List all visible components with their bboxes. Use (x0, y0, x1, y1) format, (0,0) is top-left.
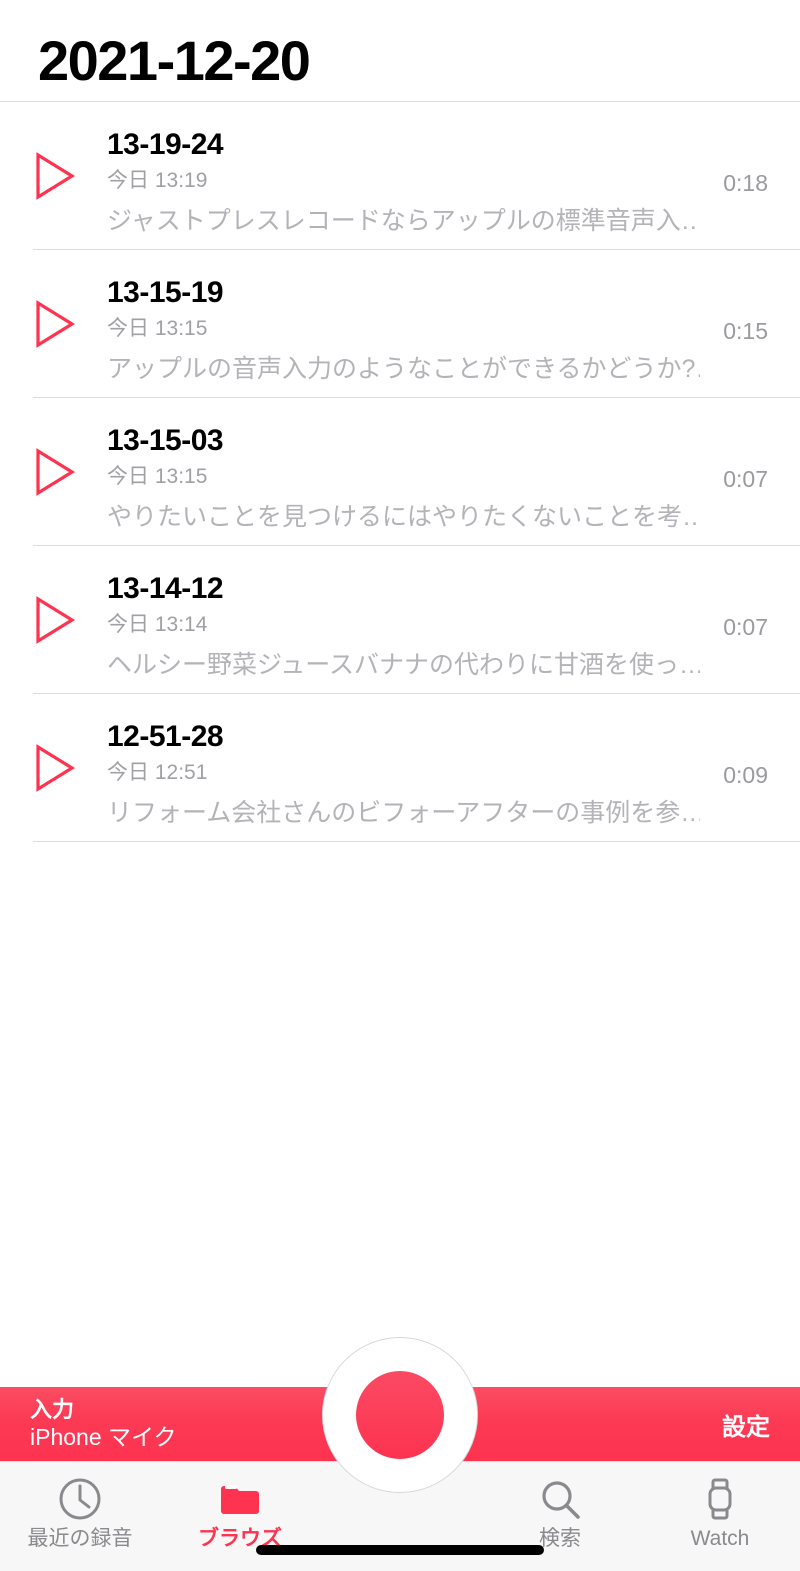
memo-row[interactable]: 13-14-12 今日 13:14 0:07 ヘルシー野菜ジュースバナナの代わりに甘酒… (0, 546, 800, 694)
tab-search[interactable]: 検索 (480, 1462, 640, 1549)
tab-label: 検索 (539, 1527, 581, 1550)
memo-name: 13-14-12 (107, 572, 224, 605)
memo-duration: 0:15 (723, 318, 768, 344)
record-button[interactable] (322, 1337, 478, 1493)
memo-date: 今日 13:15 (107, 465, 208, 488)
memo-name: 13-15-19 (107, 276, 224, 309)
tab-folder[interactable]: ブラウズ (160, 1462, 320, 1549)
tab-label: 最近の録音 (27, 1527, 133, 1550)
memo-duration: 0:18 (723, 170, 768, 196)
play-triangle-icon[interactable] (32, 150, 78, 202)
memo-name: 13-19-24 (107, 128, 224, 161)
memo-row[interactable]: 13-15-19 今日 13:15 0:15 アップルの音声入力のようなことができるか… (0, 250, 800, 398)
memo-duration: 0:07 (723, 614, 768, 640)
search-icon (537, 1476, 583, 1522)
memo-date: 今日 12:51 (107, 761, 208, 784)
play-triangle-icon[interactable] (32, 298, 78, 350)
input-source-value: iPhone マイク (30, 1424, 177, 1451)
memo-name: 13-15-03 (107, 424, 224, 457)
memo-row[interactable]: 13-19-24 今日 13:19 0:18 ジャストプレスレコードならアップルの標準… (0, 102, 800, 250)
memo-list[interactable]: 13-19-24 今日 13:19 0:18 ジャストプレスレコードならアップルの標準… (0, 102, 800, 1115)
memo-row[interactable]: 12-51-28 今日 12:51 0:09 リフォーム会社さんのビフォーアフターの事… (0, 694, 800, 842)
tab-clock[interactable]: 最近の録音 (0, 1462, 160, 1549)
folder-icon (217, 1476, 263, 1522)
header: 2021-12-20 (0, 0, 800, 101)
home-indicator[interactable] (256, 1545, 544, 1555)
page-title: 2021-12-20 (38, 29, 311, 92)
memo-transcript: やりたいことを見つけるにはやりたくないことを考… (107, 503, 700, 531)
record-dot-icon (356, 1371, 444, 1459)
input-label: 入力 (30, 1396, 75, 1422)
memo-date: 今日 13:19 (107, 169, 208, 192)
audio-input-info[interactable]: 入力 iPhone マイク (30, 1397, 177, 1452)
memo-duration: 0:07 (723, 466, 768, 492)
voice-memos-screen: 2021-12-20 13-19-24 今日 13:19 0:18 ジャストプレスレコ… (0, 0, 800, 1571)
clock-icon (57, 1476, 103, 1522)
play-triangle-icon[interactable] (32, 446, 78, 498)
memo-transcript: リフォーム会社さんのビフォーアフターの事例を参… (107, 799, 700, 827)
settings-button[interactable]: 設定 (722, 1407, 770, 1442)
memo-date: 今日 13:15 (107, 317, 208, 340)
play-triangle-icon[interactable] (32, 742, 78, 794)
memo-transcript: ジャストプレスレコードならアップルの標準音声入… (107, 207, 700, 235)
memo-name: 12-51-28 (107, 720, 224, 753)
row-separator (33, 841, 800, 842)
tab-watch[interactable]: Watch (640, 1462, 800, 1549)
memo-transcript: ヘルシー野菜ジュースバナナの代わりに甘酒を使っ… (107, 651, 700, 679)
play-triangle-icon[interactable] (32, 594, 78, 646)
memo-transcript: アップルの音声入力のようなことができるかどうか?… (107, 355, 700, 383)
watch-icon (697, 1476, 743, 1522)
memo-duration: 0:09 (723, 762, 768, 788)
memo-date: 今日 13:14 (107, 613, 208, 636)
tab-label: Watch (690, 1527, 750, 1550)
memo-row[interactable]: 13-15-03 今日 13:15 0:07 やりたいことを見つけるにはやりたくないこ… (0, 398, 800, 546)
